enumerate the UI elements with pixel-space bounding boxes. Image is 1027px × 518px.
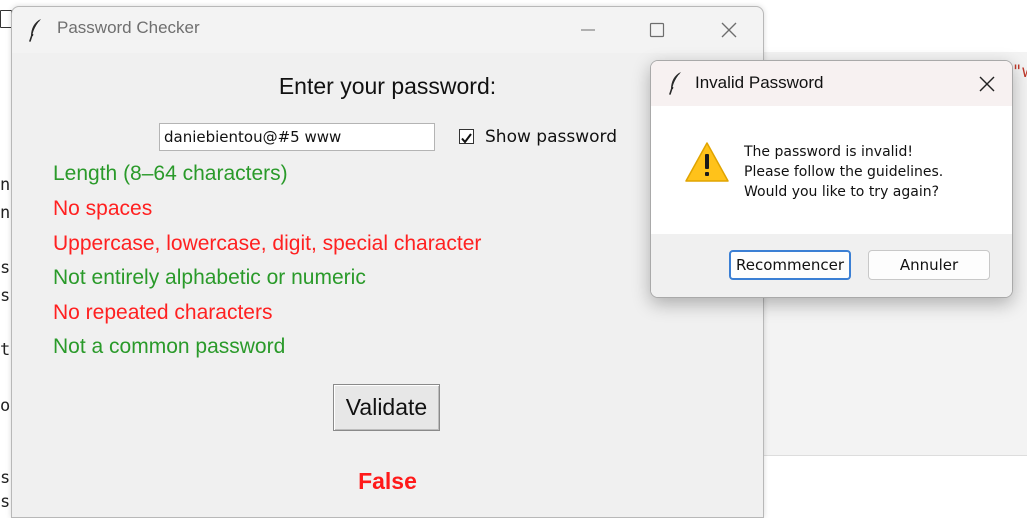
- dialog-message-line: Please follow the guidelines.: [744, 164, 944, 180]
- window-title: Password Checker: [57, 18, 200, 37]
- code-fragment: s: [0, 258, 11, 278]
- rule-length: Length (8–64 characters): [53, 162, 288, 185]
- show-password-label: Show password: [485, 127, 617, 147]
- code-fragment: t: [0, 340, 11, 360]
- close-button[interactable]: [705, 15, 751, 45]
- dialog-footer: Recommencer Annuler: [651, 234, 1012, 297]
- code-fragment: s: [0, 286, 11, 306]
- code-fragment: n: [0, 203, 11, 223]
- password-input[interactable]: daniebientou@#5 www: [159, 123, 435, 151]
- feather-icon: [669, 72, 681, 95]
- warning-icon: [685, 142, 729, 182]
- close-icon: [979, 76, 995, 92]
- validation-result: False: [358, 468, 417, 494]
- dialog-title-bar: Invalid Password: [651, 61, 1012, 106]
- minimize-icon: [581, 29, 595, 31]
- code-fragment: s: [0, 492, 11, 512]
- show-password-checkbox[interactable]: [459, 129, 474, 144]
- dialog-close-button[interactable]: [967, 69, 1007, 99]
- dialog-title: Invalid Password: [695, 73, 824, 92]
- rule-no-repeats: No repeated characters: [53, 301, 273, 324]
- cancel-button[interactable]: Annuler: [868, 250, 990, 280]
- rule-not-common: Not a common password: [53, 335, 286, 358]
- code-fragment: n: [0, 175, 11, 195]
- rule-no-spaces: No spaces: [53, 197, 153, 220]
- code-fragment: o: [0, 396, 11, 416]
- code-fragment: s: [0, 468, 11, 488]
- dialog-message-line: Would you like to try again?: [744, 184, 940, 200]
- rule-not-alpha-or-numeric: Not entirely alphabetic or numeric: [53, 266, 366, 289]
- dialog-message-line: The password is invalid!: [744, 144, 913, 160]
- minimize-button[interactable]: [564, 15, 610, 45]
- dialog-body: The password is invalid! Please follow t…: [651, 106, 1012, 234]
- feather-icon: [29, 19, 41, 42]
- retry-button[interactable]: Recommencer: [729, 250, 851, 280]
- validate-button[interactable]: Validate: [333, 384, 440, 431]
- maximize-button[interactable]: [633, 15, 679, 45]
- close-icon: [721, 22, 737, 38]
- invalid-password-dialog: Invalid Password The password is invalid…: [650, 60, 1013, 298]
- rule-character-classes: Uppercase, lowercase, digit, special cha…: [53, 232, 482, 255]
- code-fragment: "w: [1012, 62, 1027, 82]
- title-bar: Password Checker: [12, 7, 763, 53]
- checkmark-icon: [461, 133, 472, 144]
- editor-panel-bottom: [763, 455, 1027, 508]
- dialog-message: The password is invalid! Please follow t…: [744, 142, 943, 202]
- maximize-icon: [649, 22, 665, 38]
